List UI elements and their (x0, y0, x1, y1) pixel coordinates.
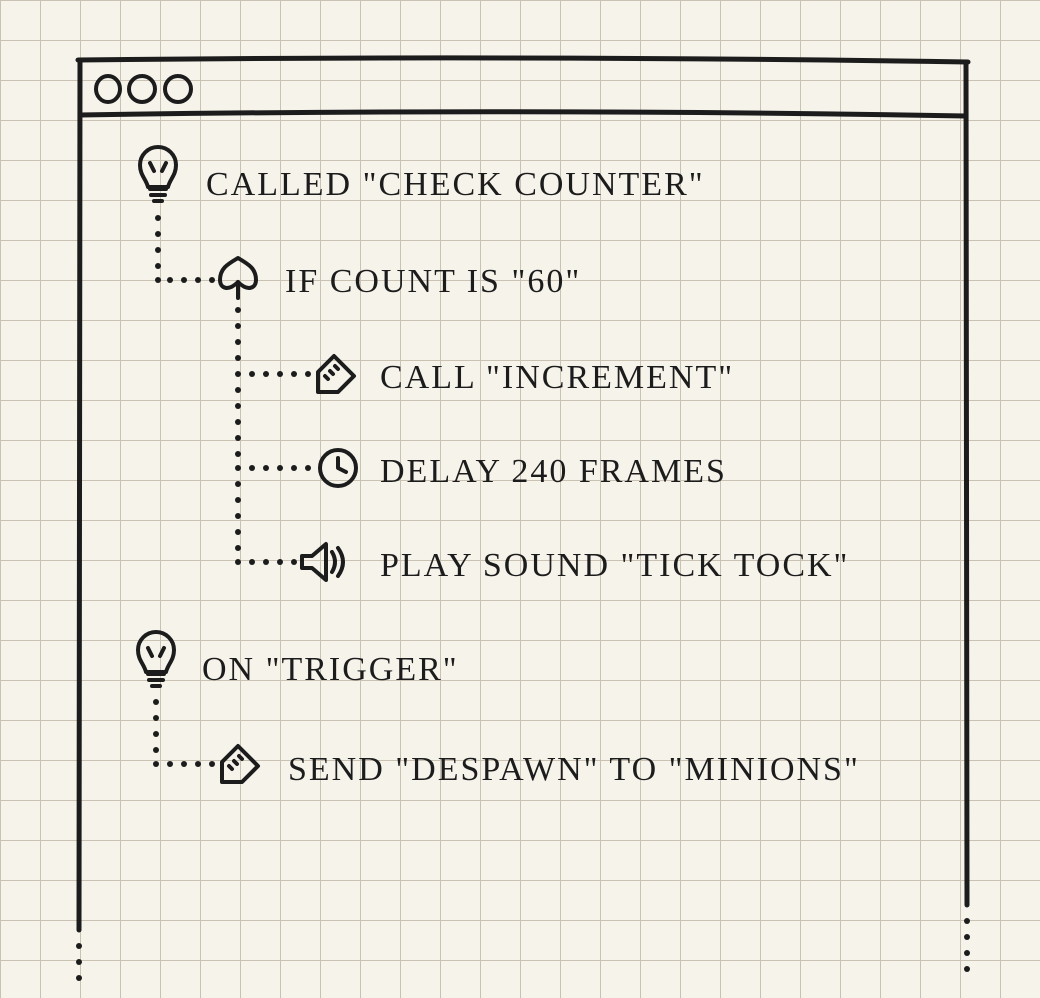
tag-icon (318, 356, 354, 392)
node-call-increment[interactable]: CALL "INCREMENT" (318, 356, 734, 396)
node-send-despawn[interactable]: SEND "DESPAWN" TO "MINIONS" (222, 746, 860, 788)
connector (235, 307, 311, 377)
node-label: CALLED "CHECK COUNTER" (206, 166, 705, 203)
node-play-sound[interactable]: PLAY SOUND "TICK TOCK" (302, 544, 849, 584)
lightbulb-icon (140, 147, 176, 201)
connector (153, 699, 215, 767)
node-called-check-counter[interactable]: CALLED "CHECK COUNTER" (140, 147, 705, 203)
connector (235, 481, 297, 565)
node-label: DELAY 240 FRAMES (380, 453, 727, 490)
connector (235, 387, 311, 471)
node-delay[interactable]: DELAY 240 FRAMES (320, 450, 727, 490)
lightbulb-icon (138, 632, 174, 686)
node-label: CALL "INCREMENT" (380, 359, 734, 396)
clock-icon (320, 450, 356, 486)
node-label: IF COUNT IS "60" (285, 263, 581, 300)
node-on-trigger[interactable]: ON "TRIGGER" (138, 632, 459, 688)
diagram-canvas: .ink{stroke:#1c1c1c;stroke-width:5;strok… (0, 0, 1040, 998)
node-label: ON "TRIGGER" (202, 651, 459, 688)
node-label: SEND "DESPAWN" TO "MINIONS" (288, 751, 860, 788)
speaker-icon (302, 544, 343, 580)
connector (155, 215, 215, 283)
tag-icon (222, 746, 258, 782)
node-if-count[interactable]: IF COUNT IS "60" (220, 258, 581, 300)
branch-icon (220, 258, 256, 298)
node-label: PLAY SOUND "TICK TOCK" (380, 547, 849, 584)
window-controls (96, 76, 191, 102)
